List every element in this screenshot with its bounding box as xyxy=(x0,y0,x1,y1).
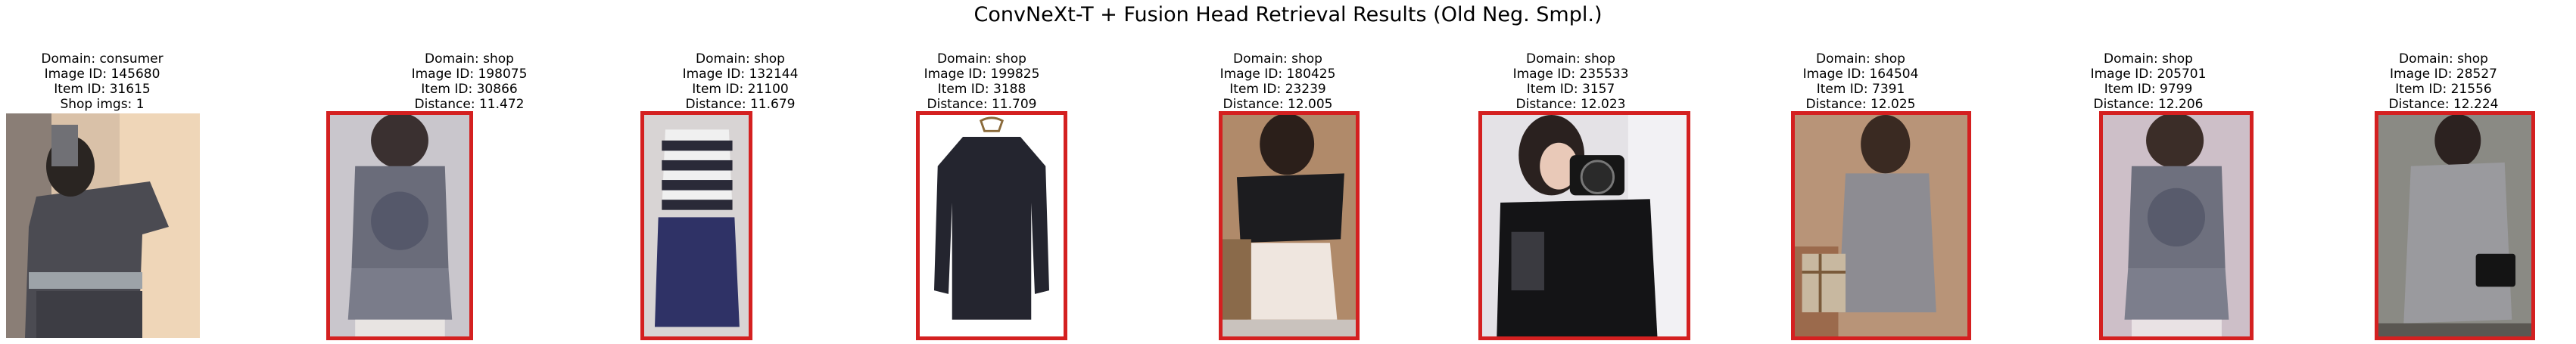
result-distance: Distance: 11.679 xyxy=(685,97,796,112)
result-image xyxy=(326,111,473,340)
result-item-id: Item ID: 3157 xyxy=(1526,82,1615,97)
result-caption-panel: Domain: shop Image ID: 199825 Item ID: 3… xyxy=(880,45,1084,112)
result-image-id: Image ID: 199825 xyxy=(924,67,1040,82)
result-distance: Distance: 12.025 xyxy=(1805,97,1916,112)
result-caption-panel: Domain: shop Image ID: 164504 Item ID: 7… xyxy=(1758,45,1963,112)
result-item-id: Item ID: 7391 xyxy=(1816,82,1905,97)
result-item-id: Item ID: 21556 xyxy=(2395,82,2492,97)
result-domain: Domain: shop xyxy=(425,51,514,67)
query-item-id: Item ID: 31615 xyxy=(54,82,151,97)
result-image-id: Image ID: 235533 xyxy=(1512,67,1629,82)
result-caption: Domain: shop Image ID: 235533 Item ID: 3… xyxy=(1469,51,1673,112)
query-domain: Domain: consumer xyxy=(41,51,164,67)
figure-title: ConvNeXt-T + Fusion Head Retrieval Resul… xyxy=(973,3,1603,26)
result-item-id: Item ID: 9799 xyxy=(2104,82,2193,97)
result-domain: Domain: shop xyxy=(696,51,785,67)
result-caption: Domain: shop Image ID: 180425 Item ID: 2… xyxy=(1176,51,1380,112)
result-distance: Distance: 11.472 xyxy=(414,97,525,112)
result-domain: Domain: shop xyxy=(2104,51,2193,67)
query-image xyxy=(6,113,200,338)
result-caption-panel: Domain: shop Image ID: 198075 Item ID: 3… xyxy=(367,45,572,112)
result-image xyxy=(2375,111,2535,340)
result-distance: Distance: 12.224 xyxy=(2388,97,2499,112)
query-image-id: Image ID: 145680 xyxy=(44,67,160,82)
query-shop-imgs: Shop imgs: 1 xyxy=(60,97,145,112)
result-image-id: Image ID: 198075 xyxy=(411,67,528,82)
result-item-id: Item ID: 30866 xyxy=(421,82,518,97)
result-item-id: Item ID: 3188 xyxy=(937,82,1026,97)
result-domain: Domain: shop xyxy=(1816,51,1905,67)
query-caption: Domain: consumer Image ID: 145680 Item I… xyxy=(0,51,204,112)
result-distance: Distance: 12.206 xyxy=(2093,97,2204,112)
result-image-id: Image ID: 132144 xyxy=(682,67,799,82)
result-image-id: Image ID: 28527 xyxy=(2390,67,2497,82)
result-distance: Distance: 12.023 xyxy=(1515,97,1626,112)
result-caption-panel: Domain: shop Image ID: 235533 Item ID: 3… xyxy=(1469,45,1673,112)
result-domain: Domain: shop xyxy=(937,51,1026,67)
result-caption-panel: Domain: shop Image ID: 180425 Item ID: 2… xyxy=(1176,45,1380,112)
result-caption-panel: Domain: shop Image ID: 205701 Item ID: 9… xyxy=(2046,45,2250,112)
result-caption: Domain: shop Image ID: 28527 Item ID: 21… xyxy=(2341,51,2546,112)
result-caption: Domain: shop Image ID: 199825 Item ID: 3… xyxy=(880,51,1084,112)
result-distance: Distance: 12.005 xyxy=(1223,97,1333,112)
result-distance: Distance: 11.709 xyxy=(927,97,1037,112)
result-domain: Domain: shop xyxy=(2399,51,2488,67)
result-image xyxy=(1478,111,1690,340)
result-image xyxy=(916,111,1067,340)
result-image xyxy=(640,111,752,340)
result-image-id: Image ID: 164504 xyxy=(1802,67,1919,82)
result-image-id: Image ID: 205701 xyxy=(2090,67,2207,82)
result-image xyxy=(2099,111,2254,340)
query-panel: Domain: consumer Image ID: 145680 Item I… xyxy=(0,45,204,112)
result-item-id: Item ID: 23239 xyxy=(1229,82,1326,97)
result-caption: Domain: shop Image ID: 205701 Item ID: 9… xyxy=(2046,51,2250,112)
result-caption: Domain: shop Image ID: 164504 Item ID: 7… xyxy=(1758,51,1963,112)
result-domain: Domain: shop xyxy=(1233,51,1322,67)
result-item-id: Item ID: 21100 xyxy=(692,82,789,97)
result-image xyxy=(1219,111,1360,340)
result-domain: Domain: shop xyxy=(1526,51,1615,67)
result-caption: Domain: shop Image ID: 132144 Item ID: 2… xyxy=(638,51,843,112)
result-caption-panel: Domain: shop Image ID: 132144 Item ID: 2… xyxy=(638,45,843,112)
result-caption: Domain: shop Image ID: 198075 Item ID: 3… xyxy=(367,51,572,112)
result-image xyxy=(1791,111,1971,340)
result-caption-panel: Domain: shop Image ID: 28527 Item ID: 21… xyxy=(2341,45,2546,112)
result-image-id: Image ID: 180425 xyxy=(1219,67,1336,82)
